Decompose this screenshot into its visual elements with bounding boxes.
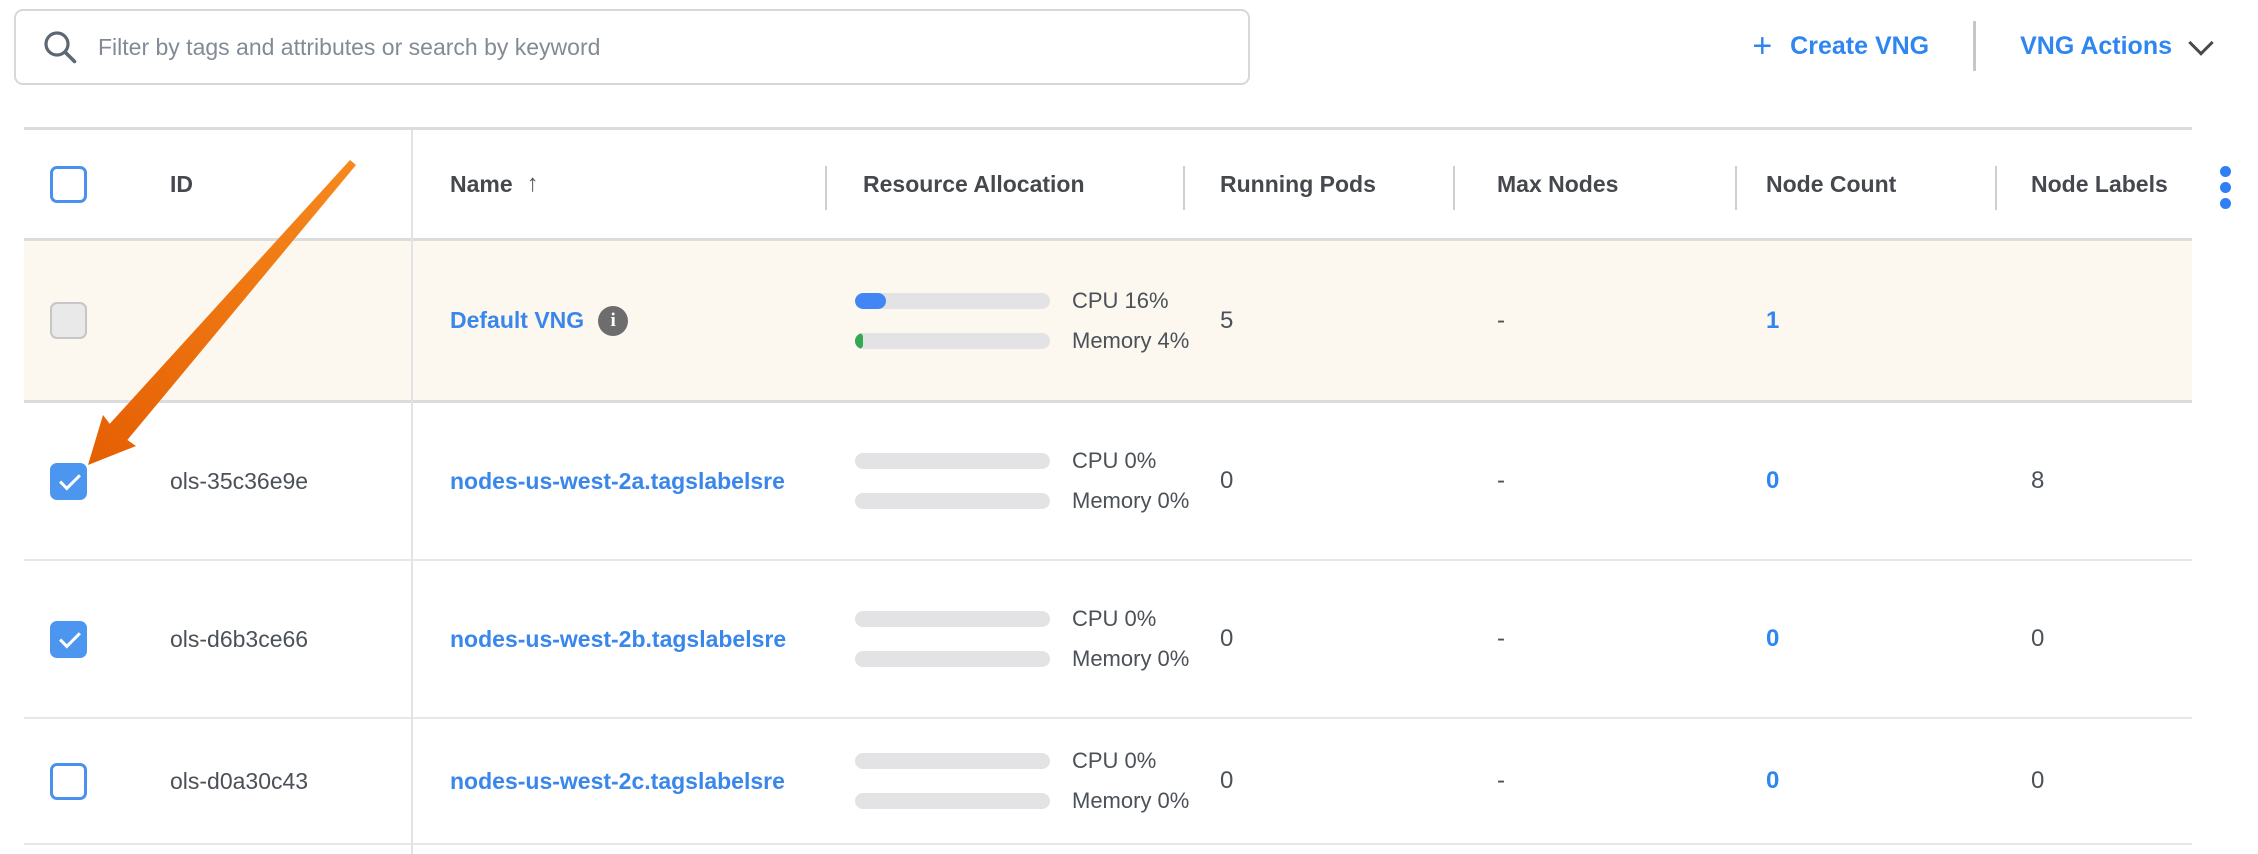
running-pods-value: 5 xyxy=(1220,307,1233,335)
header-divider xyxy=(825,166,827,210)
header-id: ID xyxy=(170,171,193,198)
header-node-count: Node Count xyxy=(1766,171,1896,198)
search-icon xyxy=(40,27,80,67)
node-labels-value: 8 xyxy=(2031,467,2044,495)
row-checkbox[interactable] xyxy=(50,463,87,500)
cpu-bar xyxy=(855,453,1050,469)
vng-name-link[interactable]: nodes-us-west-2a.tagslabelsre xyxy=(450,468,785,495)
resource-allocation-cell: CPU 16% Memory 4% xyxy=(825,241,1183,400)
column-divider xyxy=(411,130,413,854)
cpu-label: CPU 0% xyxy=(1072,448,1156,474)
vng-id: ols-d6b3ce66 xyxy=(170,626,308,653)
memory-label: Memory 0% xyxy=(1072,646,1189,672)
row-checkbox[interactable] xyxy=(50,763,87,800)
row-checkbox[interactable] xyxy=(50,621,87,658)
chevron-down-icon xyxy=(2188,30,2213,55)
table-row: Default VNG i CPU 16% Memory 4% 5 - 1 xyxy=(24,241,2192,403)
header-resource-allocation: Resource Allocation xyxy=(863,171,1085,198)
running-pods-value: 0 xyxy=(1220,767,1233,795)
vng-id: ols-35c36e9e xyxy=(170,468,308,495)
search-input[interactable] xyxy=(96,33,1248,62)
cpu-label: CPU 0% xyxy=(1072,606,1156,632)
header-divider xyxy=(1183,166,1185,210)
memory-label: Memory 0% xyxy=(1072,788,1189,814)
max-nodes-value: - xyxy=(1497,307,1505,335)
memory-label: Memory 0% xyxy=(1072,488,1189,514)
memory-bar xyxy=(855,651,1050,667)
header-running-pods: Running Pods xyxy=(1220,171,1376,198)
vng-table: ID Name ↑ Resource Allocation Running Po… xyxy=(24,127,2192,854)
header-node-labels: Node Labels xyxy=(2031,171,2168,198)
node-count-link[interactable]: 1 xyxy=(1766,307,1779,335)
plus-icon: + xyxy=(1752,29,1772,63)
select-all-checkbox[interactable] xyxy=(50,166,87,203)
node-count-link[interactable]: 0 xyxy=(1766,625,1779,653)
table-row: ols-d0a30c43 nodes-us-west-2c.tagslabels… xyxy=(24,719,2192,845)
table-options-kebab-menu[interactable] xyxy=(2220,166,2231,209)
vng-name-link[interactable]: Default VNG xyxy=(450,307,584,334)
header-max-nodes: Max Nodes xyxy=(1497,171,1618,198)
max-nodes-value: - xyxy=(1497,767,1505,795)
cpu-label: CPU 0% xyxy=(1072,748,1156,774)
cpu-bar xyxy=(855,611,1050,627)
node-count-link[interactable]: 0 xyxy=(1766,467,1779,495)
resource-allocation-cell: CPU 0% Memory 0% xyxy=(825,719,1183,843)
node-labels-value: 0 xyxy=(2031,625,2044,653)
kebab-dot xyxy=(2220,198,2231,209)
max-nodes-value: - xyxy=(1497,625,1505,653)
table-row: ols-35c36e9e nodes-us-west-2a.tagslabels… xyxy=(24,403,2192,561)
cpu-bar xyxy=(855,293,1050,309)
cpu-bar xyxy=(855,753,1050,769)
resource-allocation-cell: CPU 0% Memory 0% xyxy=(825,403,1183,559)
memory-bar xyxy=(855,333,1050,349)
memory-label: Memory 4% xyxy=(1072,328,1189,354)
node-count-link[interactable]: 0 xyxy=(1766,767,1779,795)
max-nodes-value: - xyxy=(1497,467,1505,495)
kebab-dot xyxy=(2220,182,2231,193)
resource-allocation-cell: CPU 0% Memory 0% xyxy=(825,561,1183,717)
row-checkbox xyxy=(50,302,87,339)
info-icon[interactable]: i xyxy=(598,306,628,336)
memory-bar xyxy=(855,493,1050,509)
header-name[interactable]: Name xyxy=(450,171,513,198)
create-vng-button[interactable]: + Create VNG xyxy=(1752,29,1929,63)
sort-ascending-icon[interactable]: ↑ xyxy=(527,170,539,198)
running-pods-value: 0 xyxy=(1220,467,1233,495)
vng-id: ols-d0a30c43 xyxy=(170,768,308,795)
toolbar-actions: + Create VNG VNG Actions xyxy=(1752,0,2210,92)
header-divider xyxy=(1453,166,1455,210)
header-divider xyxy=(1735,166,1737,210)
table-header-row: ID Name ↑ Resource Allocation Running Po… xyxy=(24,130,2192,241)
vng-list-page: + Create VNG VNG Actions ID Name ↑ Resou… xyxy=(0,0,2258,854)
vng-actions-button[interactable]: VNG Actions xyxy=(2020,32,2210,61)
cpu-label: CPU 16% xyxy=(1072,288,1169,314)
node-labels-value: 0 xyxy=(2031,767,2044,795)
toolbar-divider xyxy=(1973,21,1976,71)
kebab-dot xyxy=(2220,166,2231,177)
vng-name-link[interactable]: nodes-us-west-2c.tagslabelsre xyxy=(450,768,785,795)
running-pods-value: 0 xyxy=(1220,625,1233,653)
create-vng-label: Create VNG xyxy=(1790,32,1929,61)
table-row: ols-d6b3ce66 nodes-us-west-2b.tagslabels… xyxy=(24,561,2192,719)
vng-name-link[interactable]: nodes-us-west-2b.tagslabelsre xyxy=(450,626,786,653)
vng-actions-label: VNG Actions xyxy=(2020,32,2172,61)
filter-search-box[interactable] xyxy=(14,9,1250,85)
header-divider xyxy=(1995,166,1997,210)
memory-bar xyxy=(855,793,1050,809)
